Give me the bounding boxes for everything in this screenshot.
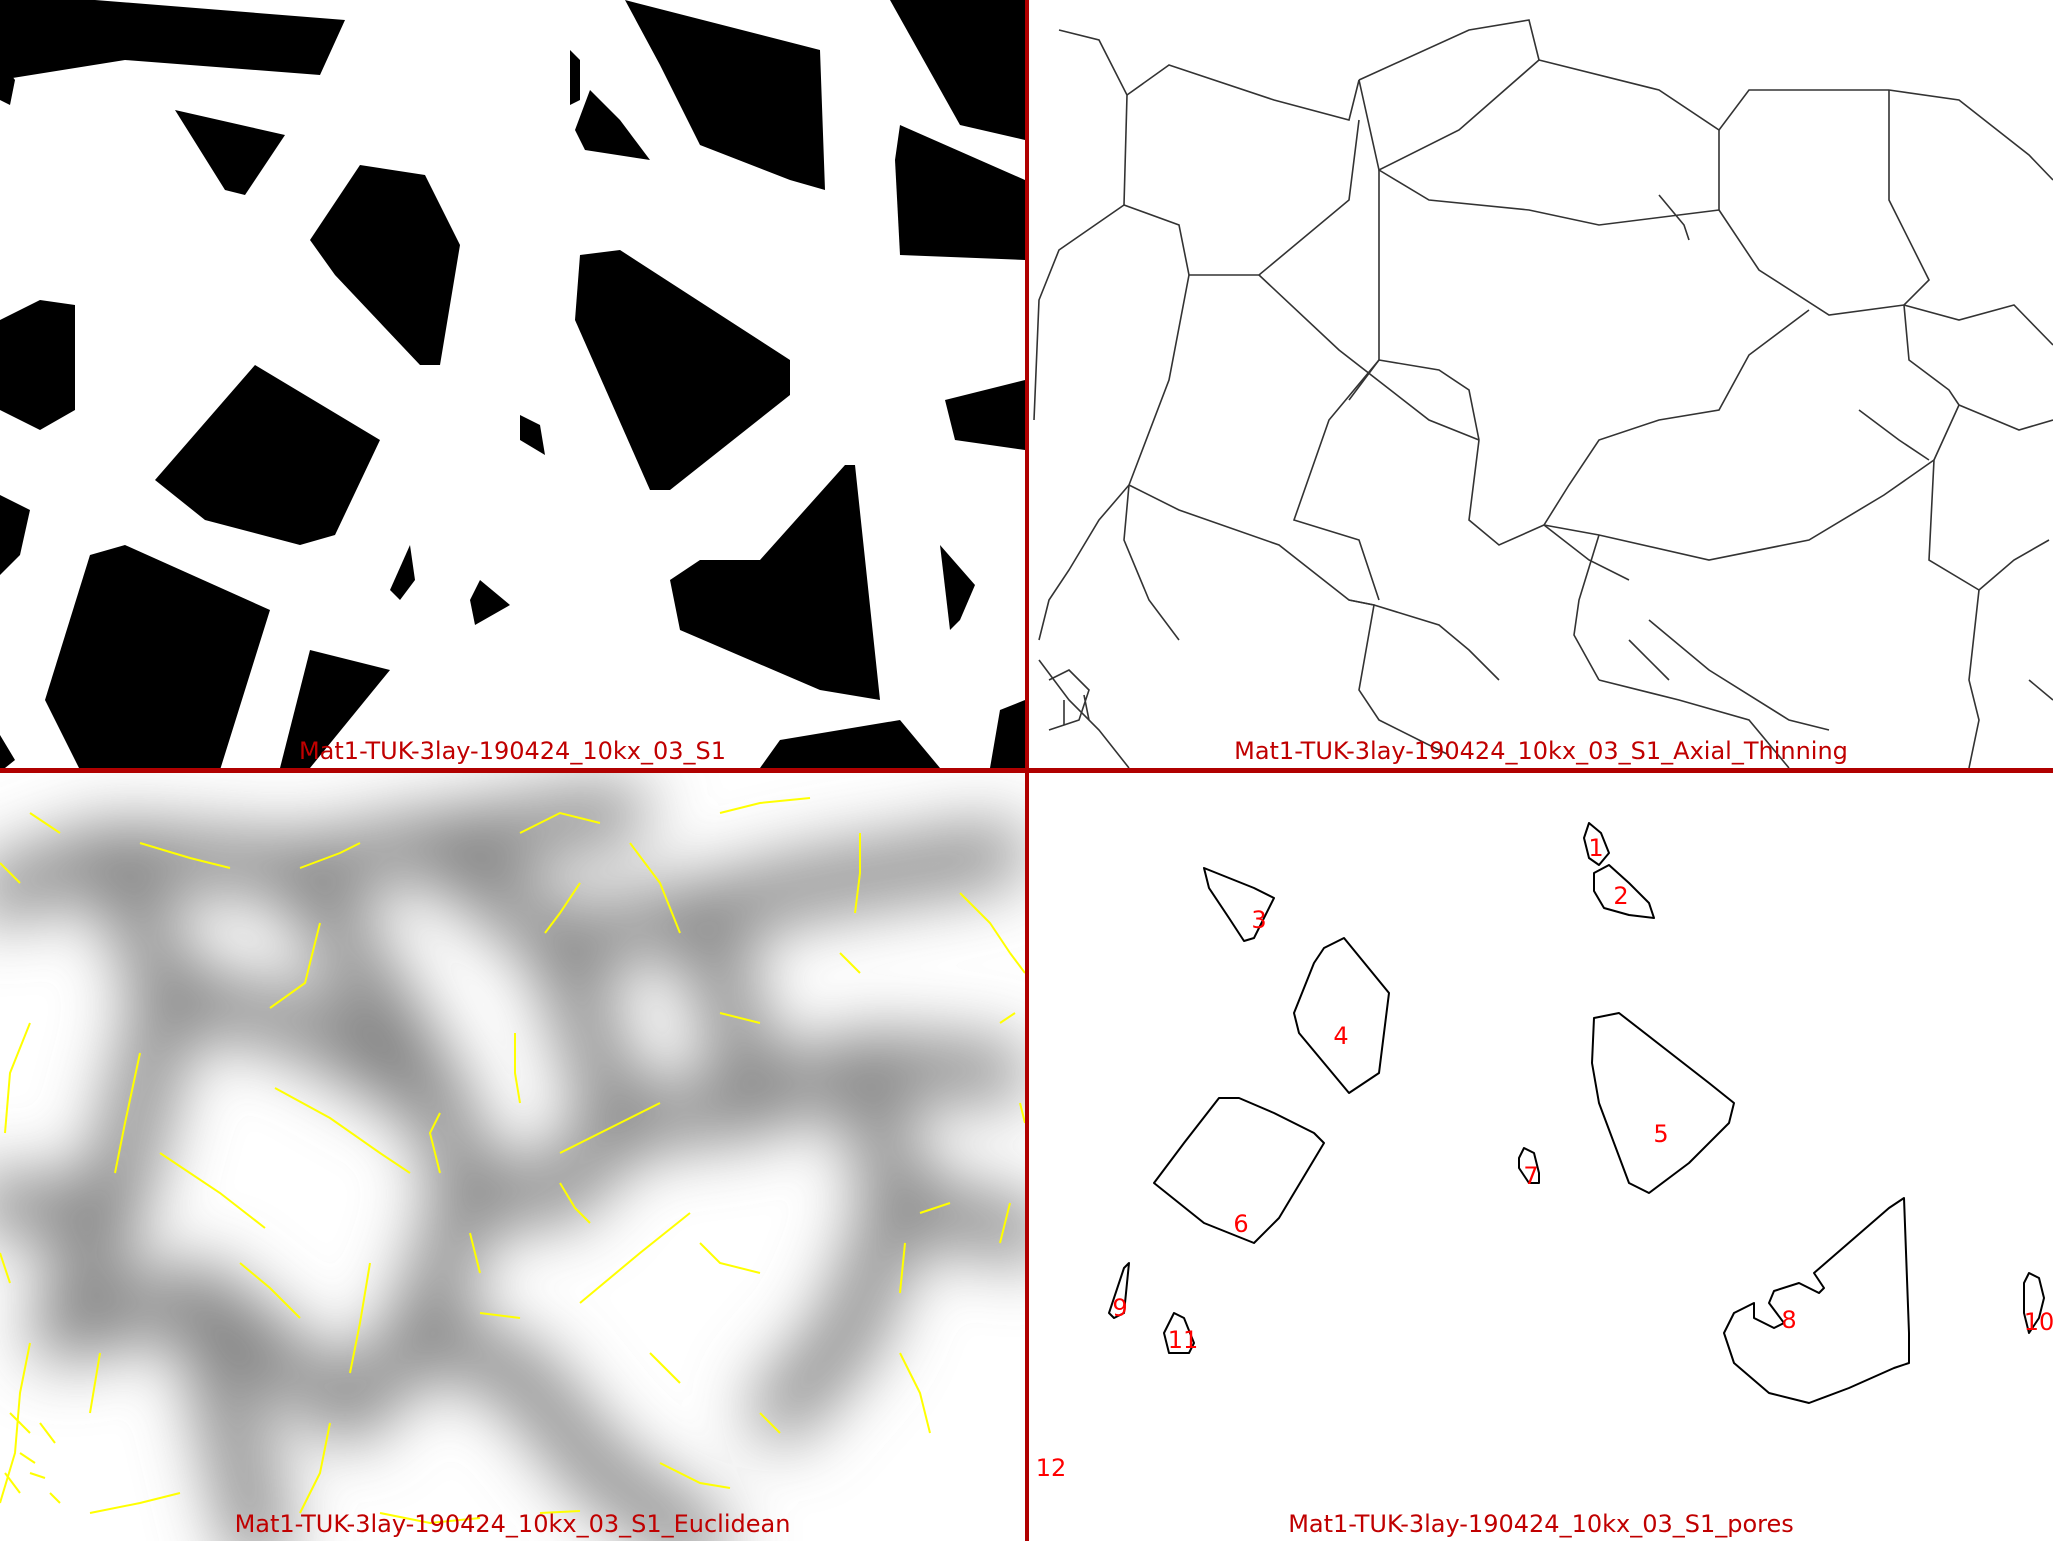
euclidean-caption: Mat1-TUK-3lay-190424_10kx_03_S1_Euclidea… (234, 1510, 791, 1538)
euclidean-panel: Mat1-TUK-3lay-190424_10kx_03_S1_Euclidea… (0, 773, 1025, 1541)
pore-label-7: 7 (1523, 1162, 1538, 1190)
axial-thinning-caption: Mat1-TUK-3lay-190424_10kx_03_S1_Axial_Th… (1234, 737, 1848, 765)
pores-panel: 1 2 3 4 5 6 7 8 9 10 11 12 Mat1-TUK-3lay… (1029, 773, 2053, 1541)
binary-image-caption: Mat1-TUK-3lay-190424_10kx_03_S1 (298, 737, 727, 765)
pore-label-3: 3 (1251, 906, 1266, 934)
euclidean-distance-map (0, 773, 1025, 1541)
horizontal-divider (0, 768, 2053, 773)
pore-label-10: 10 (2024, 1308, 2053, 1336)
pore-outlines: 1 2 3 4 5 6 7 8 9 10 11 12 (1029, 773, 2053, 1541)
binary-image-panel: Mat1-TUK-3lay-190424_10kx_03_S1 (0, 0, 1025, 768)
pore-label-2: 2 (1613, 882, 1628, 910)
binary-pore-image (0, 0, 1025, 768)
pore-label-12: 12 (1036, 1454, 1067, 1482)
axial-thinning-panel: Mat1-TUK-3lay-190424_10kx_03_S1_Axial_Th… (1029, 0, 2053, 768)
pore-label-8: 8 (1781, 1306, 1796, 1334)
pores-caption: Mat1-TUK-3lay-190424_10kx_03_S1_pores (1288, 1510, 1794, 1538)
pore-label-6: 6 (1233, 1210, 1248, 1238)
pore-label-5: 5 (1653, 1120, 1668, 1148)
pore-label-4: 4 (1333, 1022, 1348, 1050)
pore-label-9: 9 (1112, 1294, 1127, 1322)
axial-thinning-skeleton (1029, 0, 2053, 768)
pore-label-1: 1 (1588, 834, 1603, 862)
pore-label-11: 11 (1168, 1326, 1199, 1354)
